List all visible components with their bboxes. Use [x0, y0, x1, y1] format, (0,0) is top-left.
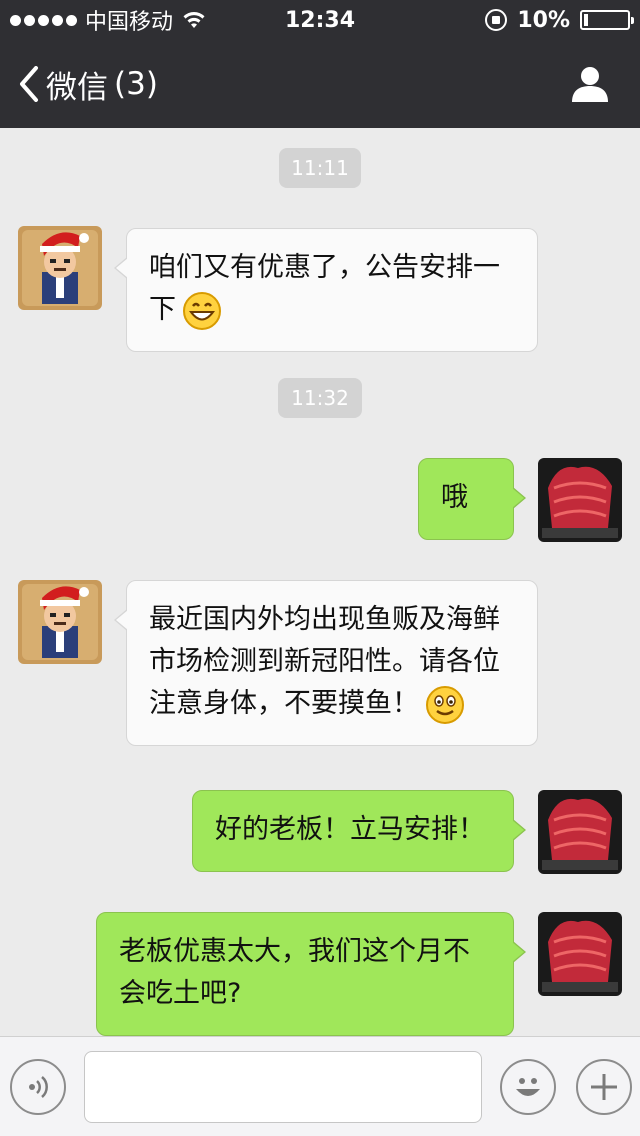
- person-icon[interactable]: [570, 64, 610, 104]
- emoji-button[interactable]: [500, 1059, 556, 1115]
- voice-button[interactable]: [10, 1059, 66, 1115]
- avatar-image: [18, 226, 102, 310]
- message-bubble-outgoing[interactable]: 哦: [418, 458, 526, 540]
- smile-emoji-icon: [426, 685, 464, 724]
- message-bubble-incoming[interactable]: 最近国内外均出现鱼贩及海鲜市场检测到新冠阳性。请各位注意身体，不要摸鱼！: [114, 580, 538, 746]
- input-bar: [0, 1036, 640, 1136]
- message-text: 好的老板！立马安排！: [215, 814, 485, 845]
- status-bar-right: 10%: [485, 0, 634, 40]
- unread-count: (3): [114, 66, 158, 102]
- timestamp: 11:11: [279, 148, 361, 188]
- message-text: 哦: [441, 482, 468, 513]
- voice-icon: [29, 1076, 48, 1098]
- avatar-image: [538, 790, 622, 874]
- grin-emoji-icon: [183, 291, 221, 330]
- my-avatar[interactable]: [538, 912, 622, 996]
- rotation-lock-icon: [485, 9, 508, 31]
- message-bubble-incoming[interactable]: 咱们又有优惠了，公告安排一下: [114, 228, 538, 352]
- my-avatar[interactable]: [538, 790, 622, 874]
- chat-area[interactable]: 11:11 咱们又有优惠了，公告安排一下 11:32 哦 最近国内外均出现鱼贩及…: [0, 128, 640, 1036]
- plus-icon: [591, 1074, 617, 1100]
- avatar-image: [18, 580, 102, 664]
- battery-fill: [584, 14, 588, 26]
- status-bar: 中国移动 12:34 10%: [0, 0, 640, 40]
- boss-avatar[interactable]: [18, 580, 102, 664]
- chevron-left-icon: [20, 66, 38, 102]
- battery-icon: [580, 10, 634, 30]
- plus-button[interactable]: [576, 1059, 632, 1115]
- back-label: 微信: [46, 69, 108, 106]
- back-button[interactable]: 微信 (3): [18, 60, 158, 108]
- message-text: 老板优惠太大，我们这个月不会吃土吧?: [119, 936, 470, 1009]
- message-input[interactable]: [84, 1051, 482, 1123]
- avatar-image: [538, 458, 622, 542]
- boss-avatar[interactable]: [18, 226, 102, 310]
- message-bubble-outgoing[interactable]: 好的老板！立马安排！: [192, 790, 526, 872]
- my-avatar[interactable]: [538, 458, 622, 542]
- nav-bar: 微信 (3): [0, 40, 640, 128]
- emoji-face-icon: [516, 1078, 540, 1096]
- avatar-image: [538, 912, 622, 996]
- message-bubble-outgoing[interactable]: 老板优惠太大，我们这个月不会吃土吧?: [96, 912, 526, 1036]
- battery-percent: 10%: [517, 7, 570, 33]
- timestamp: 11:32: [278, 378, 362, 418]
